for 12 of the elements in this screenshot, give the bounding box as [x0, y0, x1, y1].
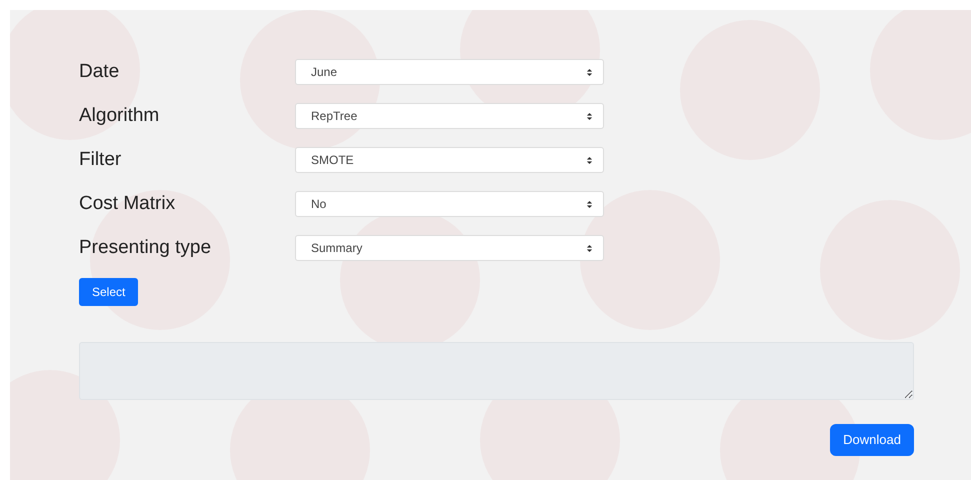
dropdown[interactable]: SMOTE [295, 147, 604, 173]
dropdown[interactable]: No [295, 191, 604, 217]
field-label: Date [79, 60, 120, 84]
field-label: Cost Matrix [79, 192, 176, 216]
field-label: Filter [79, 148, 122, 172]
dropdown[interactable]: RepTree [295, 103, 604, 129]
field-label: Algorithm [79, 104, 160, 128]
field-label: Presenting type [79, 236, 212, 260]
download-button[interactable]: Download [830, 424, 914, 456]
dropdown[interactable]: June [295, 59, 604, 85]
select-button[interactable]: Select [79, 278, 138, 306]
dropdown[interactable]: Summary [295, 235, 604, 261]
